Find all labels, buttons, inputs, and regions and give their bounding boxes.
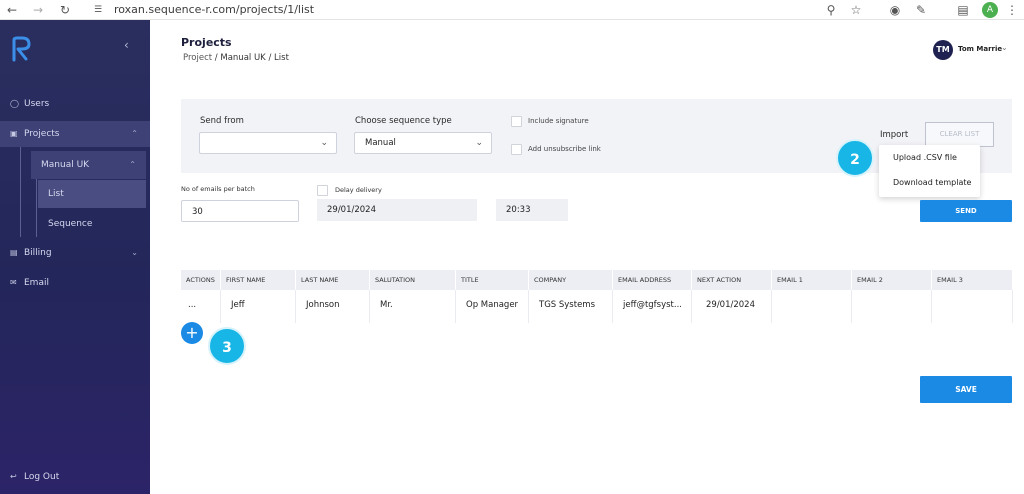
sidebar-item-list[interactable]: List: [38, 180, 146, 208]
bookmark-star-icon[interactable]: ☆: [848, 2, 864, 18]
column-header-company[interactable]: COMPANY: [529, 270, 613, 290]
add-row-plus-icon[interactable]: +: [181, 322, 203, 344]
extensions-icon[interactable]: ✎: [913, 2, 929, 18]
sidebar-item-projects[interactable]: ▣ Projects ⌃: [0, 121, 150, 147]
column-header-last-name[interactable]: LAST NAME: [296, 270, 370, 290]
cell-email-address[interactable]: jeff@tgfsyst...: [613, 290, 692, 323]
sequence-type-label: Choose sequence type: [355, 116, 452, 126]
column-header-email-1[interactable]: EMAIL 1: [772, 270, 852, 290]
delivery-date-input[interactable]: 29/01/2024: [317, 199, 477, 221]
import-label: Import: [880, 130, 909, 140]
column-header-first-name[interactable]: FIRST NAME: [221, 270, 296, 290]
include-signature-label: Include signature: [528, 117, 589, 125]
cell-title[interactable]: Op Manager: [456, 290, 529, 323]
row-actions-menu[interactable]: ...: [181, 290, 221, 323]
menu-kebab-icon[interactable]: ⋮: [1004, 2, 1020, 18]
breadcrumb-project[interactable]: Project: [183, 53, 212, 63]
import-dropdown-menu: Upload .CSV file Download template: [879, 145, 980, 197]
download-template-menu-item[interactable]: Download template: [893, 178, 971, 187]
lens-icon[interactable]: ◉: [887, 2, 903, 18]
sidebar-item-email[interactable]: ✉ Email: [0, 270, 150, 296]
site-settings-icon[interactable]: ☰: [94, 5, 106, 15]
column-header-email-3[interactable]: EMAIL 3: [932, 270, 1013, 290]
sidebar-item-manual-uk[interactable]: Manual UK ⌃: [31, 151, 146, 179]
cell-company[interactable]: TGS Systems: [529, 290, 613, 323]
collapse-sidebar-icon[interactable]: ‹: [124, 38, 129, 52]
billing-icon: ▤: [10, 248, 18, 257]
delivery-time-input[interactable]: 20:33: [496, 199, 568, 221]
profile-avatar[interactable]: A: [982, 2, 998, 18]
chevron-down-icon[interactable]: ⌄: [1001, 43, 1008, 52]
chevron-down-icon: ⌄: [320, 138, 328, 148]
chevron-down-icon: ⌄: [475, 138, 483, 148]
cell-next-action[interactable]: 29/01/2024: [692, 290, 772, 323]
clear-list-button[interactable]: CLEAR LIST: [925, 122, 994, 147]
cell-last-name[interactable]: Johnson: [296, 290, 370, 323]
cell-email-1[interactable]: [772, 290, 852, 323]
tree-line: [20, 147, 21, 237]
column-header-next-action[interactable]: NEXT ACTION: [692, 270, 772, 290]
breadcrumb: Project / Manual UK / List: [183, 53, 289, 63]
column-header-actions[interactable]: ACTIONS: [181, 270, 221, 290]
folder-icon: ▣: [10, 129, 18, 138]
logout-icon: ↩: [10, 472, 17, 481]
sidebar: ‹ ◯ Users ▣ Projects ⌃ Manual UK ⌃ List …: [0, 20, 150, 494]
mail-icon: ✉: [10, 278, 17, 287]
cell-email-2[interactable]: [852, 290, 932, 323]
sidebar-item-sequence[interactable]: Sequence: [38, 210, 146, 238]
sidebar-item-billing[interactable]: ▤ Billing ⌄: [0, 240, 150, 266]
step-marker-3: 3: [208, 327, 246, 365]
column-header-salutation[interactable]: SALUTATION: [370, 270, 456, 290]
emails-per-batch-input[interactable]: 30: [181, 200, 299, 222]
column-header-email-2[interactable]: EMAIL 2: [852, 270, 932, 290]
delay-delivery-checkbox[interactable]: [317, 185, 328, 196]
chevron-down-icon: ⌄: [131, 248, 138, 257]
column-header-title[interactable]: TITLE: [456, 270, 529, 290]
add-unsubscribe-label: Add unsubscribe link: [528, 145, 601, 153]
sidebar-item-users[interactable]: ◯ Users: [0, 91, 150, 117]
chevron-up-icon: ⌃: [129, 160, 136, 169]
breadcrumb-manual-uk[interactable]: Manual UK: [220, 53, 265, 63]
chevron-up-icon: ⌃: [131, 129, 138, 138]
url-text: roxan.sequence-r.com/projects/1/list: [114, 3, 315, 16]
delay-delivery-label: Delay delivery: [335, 186, 382, 194]
user-avatar[interactable]: TM: [933, 40, 953, 60]
step-marker-2: 2: [836, 139, 874, 177]
include-signature-checkbox[interactable]: [511, 116, 522, 127]
emails-per-batch-label: No of emails per batch: [181, 185, 255, 193]
breadcrumb-list: List: [274, 53, 289, 63]
save-button[interactable]: SAVE: [920, 376, 1012, 403]
sequence-type-select[interactable]: Manual ⌄: [354, 132, 492, 154]
send-button[interactable]: SEND: [920, 200, 1012, 222]
cell-salutation[interactable]: Mr.: [370, 290, 456, 323]
forward-arrow-icon[interactable]: →: [30, 2, 46, 18]
reload-icon[interactable]: ↻: [57, 2, 73, 18]
page-title: Projects: [181, 36, 232, 49]
logout-button[interactable]: ↩ Log Out: [0, 464, 150, 490]
back-arrow-icon[interactable]: ←: [4, 2, 20, 18]
upload-csv-menu-item[interactable]: Upload .CSV file: [893, 153, 957, 162]
column-header-email-address[interactable]: EMAIL ADDRESS: [613, 270, 692, 290]
user-name[interactable]: Tom Marrie: [958, 45, 1002, 53]
address-bar[interactable]: ☰ roxan.sequence-r.com/projects/1/list: [86, 1, 876, 19]
side-panel-icon[interactable]: ▤: [955, 2, 971, 18]
table-header: ACTIONS FIRST NAME LAST NAME SALUTATION …: [181, 270, 1013, 290]
zoom-icon[interactable]: ⚲: [823, 2, 839, 18]
cell-email-3[interactable]: [932, 290, 1013, 323]
browser-toolbar: ← → ↻ ☰ roxan.sequence-r.com/projects/1/…: [0, 0, 1024, 20]
send-from-label: Send from: [200, 116, 244, 126]
add-unsubscribe-checkbox[interactable]: [511, 144, 522, 155]
cell-first-name[interactable]: Jeff: [221, 290, 296, 323]
app-logo-icon: [12, 36, 31, 62]
tree-line: [36, 179, 37, 237]
send-from-select[interactable]: ⌄: [199, 132, 337, 154]
user-icon: ◯: [10, 99, 19, 108]
